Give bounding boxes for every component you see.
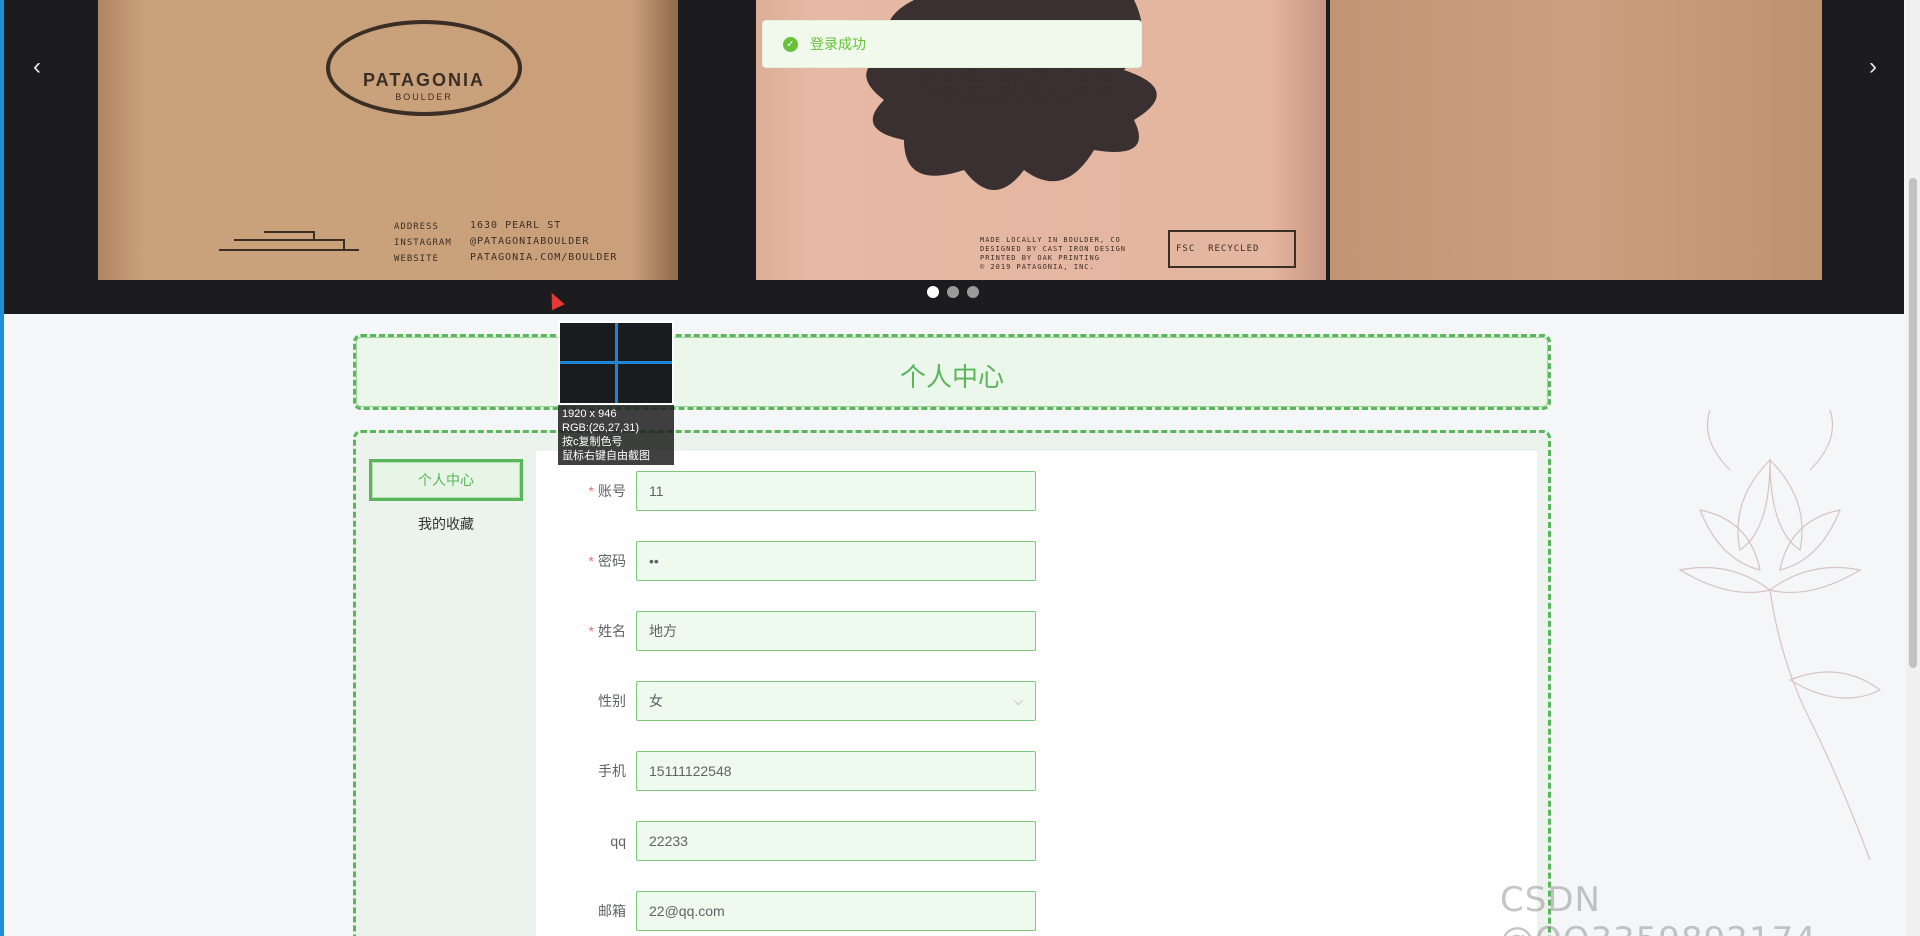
name-label: * 姓名: [536, 611, 626, 651]
name-input[interactable]: 地方: [636, 611, 1036, 651]
page-title: 个人中心: [899, 362, 1004, 392]
carousel-indicators: [927, 286, 979, 298]
color-picker-overlay: 1920 x 946 RGB:(26,27,31) 按c复制色号 鼠标右键自由截…: [558, 321, 674, 465]
form-row-name: * 姓名 地方: [536, 611, 1136, 651]
watermark: CSDN @QQ3359892174: [1500, 880, 1816, 936]
required-mark: *: [588, 483, 594, 499]
sidebar-item-favorites[interactable]: 我的收藏: [369, 503, 523, 545]
account-label-text: 账号: [598, 483, 626, 499]
check-circle-icon: ✓: [783, 36, 798, 52]
phone-label: 手机: [598, 763, 626, 779]
carousel-dot-1[interactable]: [927, 286, 939, 298]
required-mark: *: [588, 623, 594, 639]
form-row-account: * 账号 11: [536, 471, 1136, 511]
page-scrollbar[interactable]: [1906, 0, 1920, 936]
crosshair-horizontal: [560, 361, 672, 364]
picker-hint-copy: 按c复制色号: [562, 436, 623, 448]
chevron-left-icon[interactable]: ‹: [22, 52, 52, 82]
page-title-box: 个人中心: [353, 334, 1551, 410]
carousel-dot-3[interactable]: [967, 286, 979, 298]
picker-size: 1920 x 946: [562, 408, 617, 420]
name-label-text: 姓名: [598, 623, 626, 639]
form-row-gender: 性别 女 ⌵: [536, 681, 1136, 721]
password-input[interactable]: ••: [636, 541, 1036, 581]
email-input[interactable]: 22@qq.com: [636, 891, 1036, 931]
profile-form: * 账号 11 * 密码 •• * 姓名 地方 性别 女 ⌵ 手机 151111225…: [536, 451, 1537, 936]
qq-label: qq: [610, 833, 626, 849]
password-label: * 密码: [536, 541, 626, 581]
picker-hint-capture: 鼠标右键自由截图: [562, 450, 650, 462]
required-mark: *: [588, 553, 594, 569]
badge-text: FSC RECYCLED: [1176, 244, 1260, 254]
gender-select[interactable]: 女 ⌵: [636, 681, 1036, 721]
form-row-email: 邮箱 22@qq.com: [536, 891, 1136, 931]
toast-message: 登录成功: [810, 36, 866, 52]
chevron-down-icon: ⌵: [1013, 694, 1023, 708]
carousel-dot-2[interactable]: [947, 286, 959, 298]
lotus-decoration: [1678, 409, 1882, 861]
account-label: * 账号: [536, 471, 626, 511]
profile-panel: 个人中心 我的收藏 * 账号 11 * 密码 •• * 姓名 地方 性别 女 ⌵ 手机…: [353, 430, 1551, 936]
fsc-recycled-badge: FSC RECYCLED: [1168, 230, 1296, 268]
gender-value: 女: [649, 693, 663, 709]
form-row-password: * 密码 ••: [536, 541, 1136, 581]
email-label: 邮箱: [598, 903, 626, 919]
picker-rgb: RGB:(26,27,31): [562, 422, 640, 434]
scrollbar-thumb[interactable]: [1909, 178, 1917, 668]
magnifier-box: [558, 321, 674, 405]
success-toast: ✓ 登录成功: [762, 20, 1142, 68]
qq-input[interactable]: 22233: [636, 821, 1036, 861]
form-row-qq: qq 22233: [536, 821, 1136, 861]
phone-input[interactable]: 15111122548: [636, 751, 1036, 791]
sidebar-item-profile[interactable]: 个人中心: [369, 459, 523, 501]
picker-info: 1920 x 946 RGB:(26,27,31) 按c复制色号 鼠标右键自由截…: [558, 405, 674, 465]
password-label-text: 密码: [598, 553, 626, 569]
cover-credits: MADE LOCALLY IN BOULDER, CO DESIGNED BY …: [980, 236, 1127, 271]
form-row-phone: 手机 15111122548: [536, 751, 1136, 791]
account-input[interactable]: 11: [636, 471, 1036, 511]
gender-label: 性别: [598, 693, 626, 709]
chevron-right-icon[interactable]: ›: [1858, 52, 1888, 82]
